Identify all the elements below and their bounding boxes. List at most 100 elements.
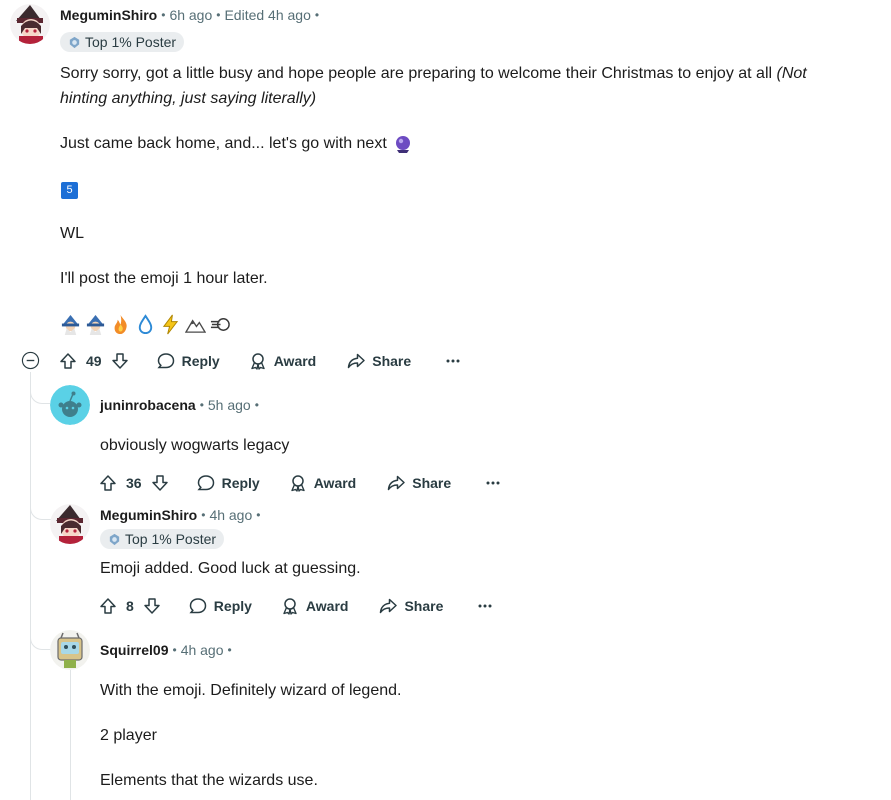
share-button[interactable]: Share — [386, 473, 451, 493]
thread-elbow — [30, 628, 52, 650]
number-keycap: 5 — [61, 180, 78, 199]
downvote-arrow-icon — [151, 475, 168, 491]
comment-actions: 49 Reply Award Share — [58, 345, 463, 377]
comment-text: I'll post the emoji 1 hour later. — [60, 270, 268, 287]
wizard-icon — [61, 314, 80, 335]
more-options-button[interactable] — [483, 473, 503, 493]
separator-dot: • — [227, 643, 232, 657]
separator-dot: • — [201, 508, 206, 522]
wind-icon — [210, 317, 230, 331]
text-italic: hinting anything, just saying literally) — [60, 90, 317, 107]
comment-header: MeguminShiro • 6h ago • Edited 4h ago • — [60, 7, 323, 23]
timestamp[interactable]: 5h ago — [208, 397, 251, 413]
award-label: Award — [273, 353, 317, 369]
avatar[interactable] — [50, 504, 90, 544]
user-flair: Top 1% Poster — [100, 529, 225, 549]
thread-elbow — [30, 500, 52, 520]
keycap-label: 5 — [61, 182, 78, 199]
mountain-icon — [185, 318, 206, 333]
award-label: Award — [305, 598, 349, 614]
more-options-button[interactable] — [443, 351, 463, 371]
avatar[interactable] — [10, 4, 50, 44]
thread-line-child[interactable] — [70, 670, 71, 800]
downvote-arrow-icon — [144, 598, 160, 614]
upvote-arrow-icon — [60, 353, 76, 369]
vote-count: 36 — [126, 475, 142, 491]
vote-count: 8 — [126, 598, 134, 614]
share-label: Share — [412, 475, 452, 491]
author-name[interactable]: juninrobacena — [100, 397, 196, 413]
flair-label: Top 1% Poster — [125, 531, 217, 547]
reply-label: Reply — [181, 353, 220, 369]
reply-button[interactable]: Reply — [188, 596, 252, 616]
flair-label: Top 1% Poster — [85, 34, 177, 50]
emoji-row — [60, 312, 231, 336]
timestamp[interactable]: 6h ago — [169, 7, 212, 23]
reply-button[interactable]: Reply — [196, 473, 260, 493]
upvote-arrow-icon — [100, 598, 116, 614]
share-button[interactable]: Share — [346, 351, 411, 371]
thread-elbow — [30, 384, 50, 404]
more-dots-icon — [486, 481, 500, 485]
downvote-button[interactable] — [142, 596, 162, 616]
award-button[interactable]: Award — [280, 596, 349, 616]
top-poster-icon — [109, 533, 120, 545]
downvote-button[interactable] — [110, 351, 130, 371]
collapse-minus-icon — [21, 351, 40, 370]
comment-bubble-icon — [156, 353, 174, 369]
upvote-arrow-icon — [100, 475, 116, 491]
upvote-button[interactable] — [98, 473, 118, 493]
separator-dot: • — [256, 508, 261, 522]
more-options-button[interactable] — [475, 596, 495, 616]
avatar[interactable] — [50, 385, 90, 425]
comment-actions: 8 Reply Award Share — [98, 590, 495, 622]
avatar[interactable] — [50, 630, 90, 670]
share-arrow-icon — [348, 353, 365, 369]
edited-label: Edited 4h ago — [224, 7, 311, 23]
award-icon — [251, 353, 265, 370]
downvote-arrow-icon — [111, 353, 128, 369]
vote-count: 49 — [86, 353, 102, 369]
comment-text: Sorry sorry, got a little busy and hope … — [60, 62, 807, 86]
downvote-button[interactable] — [150, 473, 170, 493]
upvote-button[interactable] — [58, 351, 78, 371]
collapse-button[interactable] — [21, 351, 40, 370]
comment-bubble-icon — [189, 598, 207, 614]
author-name[interactable]: MeguminShiro — [100, 507, 197, 523]
award-button[interactable]: Award — [288, 473, 356, 493]
author-name[interactable]: MeguminShiro — [60, 7, 157, 23]
share-button[interactable]: Share — [378, 596, 443, 616]
text-italic: (Not — [776, 65, 807, 82]
text-line: Just came back home, and... let's go wit… — [60, 135, 387, 152]
upvote-button[interactable] — [98, 596, 118, 616]
comment-text: WL — [60, 225, 84, 242]
reply-label: Reply — [213, 598, 252, 614]
fire-icon — [114, 314, 127, 334]
top-poster-icon — [69, 36, 80, 48]
reply-button[interactable]: Reply — [156, 351, 220, 371]
text-line: Sorry sorry, got a little busy and hope … — [60, 65, 777, 82]
comment-text: Just came back home, and... let's go wit… — [60, 132, 413, 156]
comment-text: obviously wogwarts legacy — [100, 437, 290, 454]
separator-dot: • — [254, 398, 259, 412]
wizard-icon — [86, 314, 105, 335]
award-icon — [283, 598, 297, 615]
timestamp[interactable]: 4h ago — [209, 507, 252, 523]
reply-label: Reply — [221, 475, 260, 491]
thread-line-root[interactable] — [30, 372, 31, 800]
comment-text: Emoji added. Good luck at guessing. — [100, 560, 361, 577]
timestamp[interactable]: 4h ago — [181, 642, 224, 658]
snoo-avatar-icon — [50, 385, 90, 425]
separator-dot: • — [314, 8, 320, 22]
share-arrow-icon — [388, 475, 405, 491]
separator-dot: • — [161, 8, 166, 22]
comment-text: 2 player — [100, 727, 157, 744]
robot-avatar-icon — [50, 630, 90, 670]
more-dots-icon — [478, 604, 492, 608]
comment-text: With the emoji. Definitely wizard of leg… — [100, 682, 402, 699]
award-button[interactable]: Award — [248, 351, 317, 371]
share-label: Share — [372, 353, 412, 369]
share-arrow-icon — [380, 598, 398, 614]
author-name[interactable]: Squirrel09 — [100, 642, 168, 658]
share-label: Share — [404, 598, 444, 614]
